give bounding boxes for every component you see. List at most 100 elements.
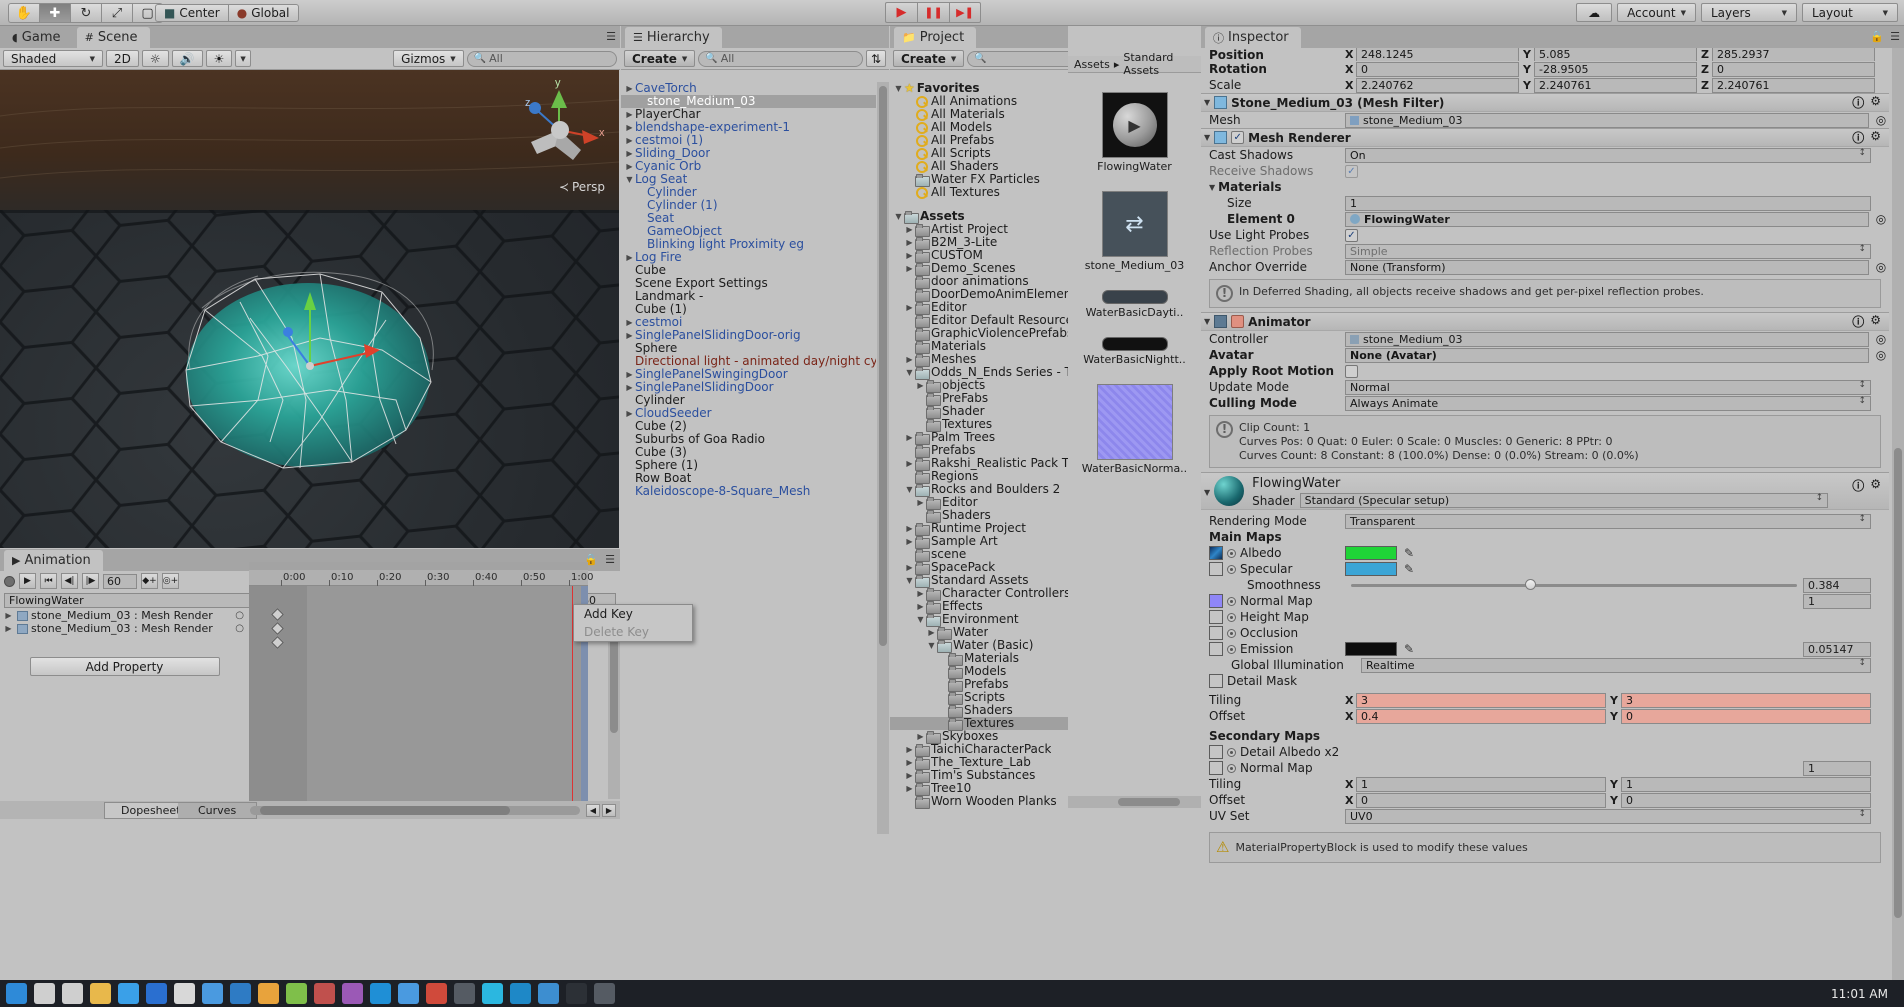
cloud-button[interactable]: ☁ <box>1576 3 1613 22</box>
secondary-offset-x-field[interactable]: 0 <box>1356 792 1606 808</box>
update-mode-dropdown[interactable]: Normal <box>1345 379 1871 395</box>
hierarchy-item[interactable]: ▶ Cyanic Orb <box>621 160 876 173</box>
chevron-right-icon[interactable]: ▶ <box>904 756 915 769</box>
project-tree-item[interactable]: All Materials <box>890 108 1068 121</box>
context-menu-add-key[interactable]: Add Key <box>574 605 692 623</box>
chevron-down-icon[interactable]: ▼ <box>1204 317 1210 326</box>
reflection-probes-dropdown[interactable]: Simple <box>1345 243 1871 259</box>
detail-mask-texture-slot[interactable] <box>1209 674 1223 689</box>
project-tree-item[interactable]: ▶ B2M_3-Lite <box>890 236 1068 250</box>
rendering-mode-row[interactable]: Rendering Mode Transparent <box>1201 513 1889 529</box>
context-menu[interactable]: Add Key Delete Key <box>573 604 693 642</box>
hierarchy-item[interactable]: Sphere <box>621 342 876 355</box>
reflection-probes-row[interactable]: Reflection Probes Simple <box>1201 243 1889 259</box>
project-tree-item[interactable]: ▶ CUSTOM <box>890 249 1068 263</box>
controller-field[interactable]: stone_Medium_03 <box>1345 331 1869 347</box>
chevron-down-icon[interactable]: ▼ <box>926 639 937 652</box>
offset-row[interactable]: Offset X 0.4 Y 0 <box>1201 708 1889 724</box>
gear-icon[interactable]: ⚙ <box>1870 129 1881 146</box>
project-tree-item[interactable]: ▼ Standard Assets <box>890 574 1068 588</box>
object-picker-icon[interactable]: ◎ <box>1873 348 1889 362</box>
chevron-down-icon[interactable]: ▼ <box>1209 183 1215 192</box>
normal-map-texture-slot[interactable] <box>1209 594 1223 609</box>
chevron-right-icon[interactable]: ▶ <box>915 600 926 613</box>
detail-mask-row[interactable]: Detail Mask <box>1201 673 1889 689</box>
use-light-probes-row[interactable]: Use Light Probes ✓ <box>1201 227 1889 243</box>
chevron-right-icon[interactable]: ▶ <box>926 626 937 639</box>
project-tree-item[interactable]: Materials <box>890 340 1068 354</box>
project-tree-item[interactable]: ▶ Water <box>890 626 1068 640</box>
project-tree-item[interactable]: Shaders <box>890 509 1068 523</box>
chevron-right-icon[interactable]: ▶ <box>3 609 14 622</box>
inspector-options-icon[interactable]: ☰ <box>1890 30 1900 43</box>
prev-frame-button[interactable]: ◀| <box>61 573 78 589</box>
pivot-center-button[interactable]: ■ Center <box>155 4 228 22</box>
mesh-row[interactable]: Mesh stone_Medium_03 ◎ <box>1201 112 1889 128</box>
height-map-texture-slot[interactable] <box>1209 610 1223 625</box>
project-tree-item[interactable]: ▶ Demo_Scenes <box>890 262 1068 276</box>
media-icon[interactable] <box>314 983 335 1004</box>
project-tree-item[interactable]: ▶ Runtime Project <box>890 522 1068 536</box>
tab-inspector[interactable]: ⓘ Inspector <box>1205 27 1301 48</box>
global-illumination-row[interactable]: Global Illumination Realtime <box>1201 657 1889 673</box>
gear-icon[interactable]: ⚙ <box>1870 94 1881 111</box>
project-tree-item[interactable]: Scripts <box>890 691 1068 705</box>
object-picker-icon[interactable]: ◎ <box>1873 113 1889 127</box>
albedo-radio[interactable] <box>1227 548 1236 558</box>
effects-toggle[interactable]: ☀ <box>205 50 233 67</box>
hierarchy-item[interactable]: ▼ Log Seat <box>621 173 876 186</box>
app-icon[interactable] <box>230 983 251 1004</box>
offset-x-field[interactable]: 0.4 <box>1356 708 1606 724</box>
project-tree-item[interactable]: ▼ Assets <box>890 210 1068 224</box>
chevron-down-icon[interactable]: ▼ <box>624 173 635 186</box>
rotation-x-field[interactable]: 0 <box>1356 61 1519 77</box>
emission-row[interactable]: Emission ✎ 0.05147 <box>1201 641 1889 657</box>
hierarchy-item[interactable]: Cube <box>621 264 876 277</box>
help-icon[interactable]: ⓘ <box>1852 313 1864 330</box>
normal-map-radio[interactable] <box>1227 596 1236 606</box>
browser-icon[interactable] <box>118 983 139 1004</box>
project-tree-item[interactable]: ▶ Rakshi_Realistic Pack Tree 12 <box>890 457 1068 471</box>
mesh-renderer-enabled-checkbox[interactable]: ✓ <box>1231 131 1245 144</box>
lighting-toggle[interactable]: ☼ <box>141 50 169 67</box>
project-tree-item[interactable]: Regions <box>890 470 1068 484</box>
project-tree-item[interactable]: All Shaders <box>890 160 1068 173</box>
hierarchy-item[interactable]: ▶ cestmoi (1) <box>621 134 876 147</box>
breadcrumb-standard-assets[interactable]: Standard Assets <box>1123 51 1195 77</box>
specular-radio[interactable] <box>1227 564 1236 574</box>
pause-button[interactable]: ❚❚ <box>917 2 949 23</box>
scene-view-axis-gizmo[interactable]: y x z <box>503 74 613 184</box>
chevron-right-icon[interactable]: ▶ <box>3 622 14 635</box>
hierarchy-item[interactable]: ▶ SinglePanelSwingingDoor <box>621 368 876 381</box>
project-tree-item[interactable]: Prefabs <box>890 678 1068 692</box>
albedo-row[interactable]: Albedo ✎ <box>1201 545 1889 561</box>
specular-row[interactable]: Specular ✎ <box>1201 561 1889 577</box>
eyedropper-icon[interactable]: ✎ <box>1404 562 1414 576</box>
hierarchy-item[interactable]: Cylinder <box>621 394 876 407</box>
project-create-button[interactable]: Create ▼ <box>893 50 965 67</box>
hierarchy-item[interactable]: Cube (3) <box>621 446 876 459</box>
project-tree-item[interactable]: ▶ SpacePack <box>890 561 1068 575</box>
hierarchy-create-button[interactable]: Create ▼ <box>624 50 696 67</box>
project-tree-item[interactable]: All Animations <box>890 95 1068 108</box>
taskview-icon[interactable] <box>62 983 83 1004</box>
record-button[interactable] <box>4 575 15 587</box>
secondary-offset-y-field[interactable]: 0 <box>1621 792 1871 808</box>
hierarchy-item[interactable]: ▶ SinglePanelSlidingDoor-orig <box>621 329 876 342</box>
chevron-down-icon[interactable]: ▼ <box>893 82 904 95</box>
hierarchy-sort-button[interactable]: ⇅ <box>865 50 886 67</box>
tab-animation[interactable]: ▶ Animation <box>4 550 103 571</box>
rotation-z-field[interactable]: 0 <box>1712 61 1875 77</box>
chevron-down-icon[interactable]: ▼ <box>904 366 915 379</box>
chevron-right-icon[interactable]: ▶ <box>904 561 915 574</box>
global-illumination-dropdown[interactable]: Realtime <box>1361 657 1871 673</box>
play-button[interactable]: ▶ <box>885 2 917 23</box>
receive-shadows-checkbox[interactable]: ✓ <box>1345 164 1358 178</box>
chevron-right-icon[interactable]: ▶ <box>915 587 926 600</box>
animation-timeline[interactable]: 0:00 0:10 0:20 0:30 0:40 0:50 1:00 Add Key Del… <box>249 562 693 819</box>
transform-rotation-row[interactable]: Rotation X 0 Y -28.9505 Z 0 <box>1201 61 1889 77</box>
effects-dropdown[interactable]: ▼ <box>235 50 251 67</box>
transform-position-row[interactable]: Position X 248.1245 Y 5.085 Z 285.2937 <box>1201 48 1889 61</box>
secondary-tiling-y-field[interactable]: 1 <box>1621 776 1871 792</box>
element0-field[interactable]: FlowingWater <box>1345 211 1869 227</box>
